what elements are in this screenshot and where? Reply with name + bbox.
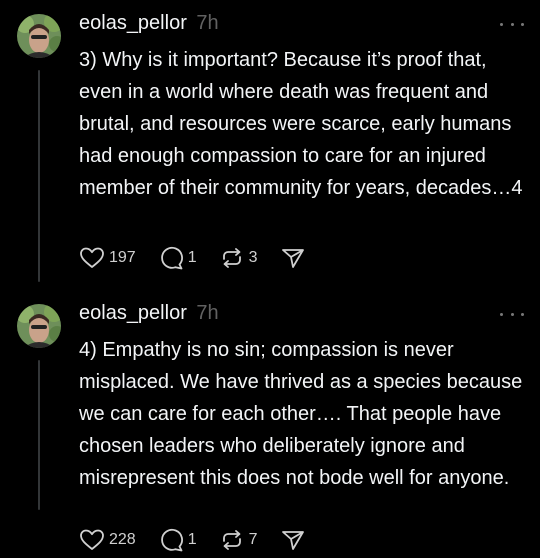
post-actions: 197 1 3 (79, 244, 328, 272)
post-header: eolas_pellor 7h (79, 8, 219, 38)
username[interactable]: eolas_pellor (79, 12, 187, 34)
more-icon[interactable] (500, 306, 524, 322)
like-button[interactable]: 228 (79, 528, 136, 552)
timestamp: 7h (196, 12, 219, 34)
thread-line (38, 360, 40, 510)
avatar[interactable] (17, 14, 61, 58)
avatar[interactable] (17, 304, 61, 348)
heart-icon (80, 529, 104, 550)
comment-icon (160, 528, 183, 552)
send-icon (281, 249, 304, 268)
timestamp: 7h (196, 302, 219, 324)
reply-count: 1 (187, 249, 197, 266)
like-button[interactable]: 197 (79, 246, 136, 270)
post-text: 4) Empathy is no sin; compassion is neve… (79, 339, 523, 489)
repost-count: 7 (248, 531, 258, 548)
reply-button[interactable]: 1 (158, 528, 197, 552)
reply-count: 1 (187, 531, 197, 548)
thread-line (38, 70, 40, 282)
reply-button[interactable]: 1 (158, 246, 197, 270)
repost-button[interactable]: 7 (219, 528, 258, 552)
repost-icon (222, 248, 241, 268)
post-text: 3) Why is it important? Because it’s pro… (79, 49, 523, 199)
repost-count: 3 (248, 249, 258, 266)
like-count: 197 (109, 249, 136, 266)
thread-post: eolas_pellor 7h 3) Why is it important? … (0, 0, 540, 290)
post-header: eolas_pellor 7h (79, 298, 219, 328)
share-button[interactable] (280, 528, 306, 552)
like-count: 228 (109, 531, 136, 548)
heart-icon (80, 247, 104, 268)
repost-button[interactable]: 3 (219, 246, 258, 270)
thread-post: eolas_pellor 7h 4) Empathy is no sin; co… (0, 290, 540, 558)
username[interactable]: eolas_pellor (79, 302, 187, 324)
post-actions: 228 1 7 (79, 526, 328, 554)
send-icon (281, 531, 304, 550)
repost-icon (222, 530, 241, 550)
more-icon[interactable] (500, 16, 524, 32)
share-button[interactable] (280, 246, 306, 270)
comment-icon (160, 246, 183, 270)
